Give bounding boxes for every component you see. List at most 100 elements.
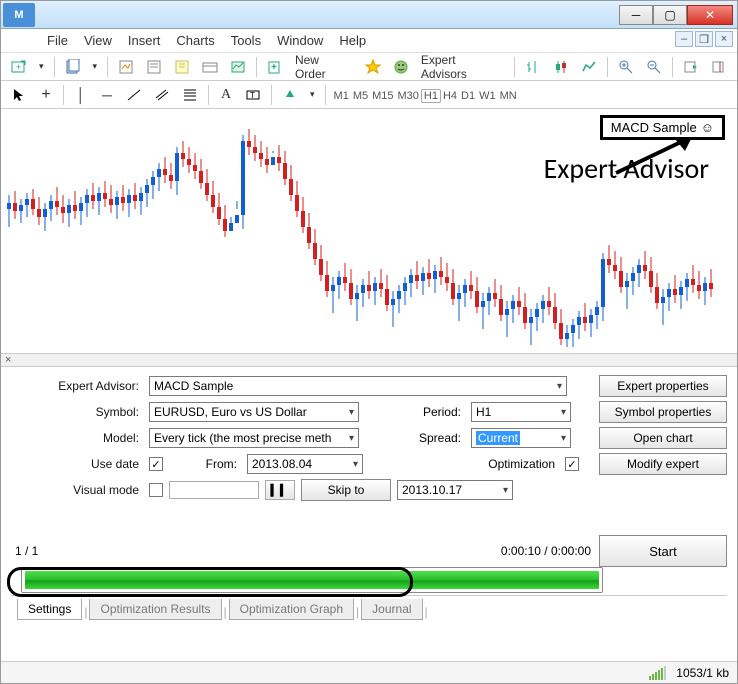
- zoom-in-icon[interactable]: [614, 56, 638, 78]
- menu-charts[interactable]: Charts: [176, 33, 214, 48]
- strategy-tester-icon[interactable]: [226, 56, 250, 78]
- optimization-label: Optimization: [488, 457, 559, 471]
- app-icon: M: [3, 3, 35, 27]
- ea-callout-label: Expert Advisor: [544, 151, 709, 186]
- timeframe-mn[interactable]: MN: [498, 90, 519, 102]
- panel-close-handle[interactable]: ×: [1, 353, 737, 367]
- menu-help[interactable]: Help: [339, 33, 366, 48]
- tab-optimization-results[interactable]: Optimization Results: [89, 599, 221, 620]
- timeframe-d1[interactable]: D1: [459, 90, 477, 102]
- timeframe-m15[interactable]: M15: [370, 90, 395, 102]
- navigator-icon[interactable]: [170, 56, 194, 78]
- minimize-button[interactable]: ─: [619, 5, 653, 25]
- strategy-tester-panel: Expert Advisor: MACD Sample Expert prope…: [1, 367, 737, 619]
- timeframe-w1[interactable]: W1: [477, 90, 498, 102]
- timeframe-h1[interactable]: H1: [421, 89, 441, 103]
- svg-text:+: +: [16, 61, 21, 71]
- mdi-close-button[interactable]: ×: [715, 31, 733, 47]
- horizontal-line-icon[interactable]: ─: [96, 84, 118, 106]
- fibonacci-icon[interactable]: [178, 84, 202, 106]
- candlestick-icon[interactable]: [549, 56, 573, 78]
- tester-tabs: Settings | Optimization Results | Optimi…: [11, 595, 727, 619]
- visual-mode-checkbox[interactable]: [149, 483, 163, 497]
- svg-text:T: T: [250, 91, 255, 100]
- timeframe-h4[interactable]: H4: [441, 90, 459, 102]
- menu-tools[interactable]: Tools: [231, 33, 261, 48]
- data-window-icon[interactable]: [142, 56, 166, 78]
- menu-view[interactable]: View: [84, 33, 112, 48]
- timeframe-m1[interactable]: M1: [332, 90, 351, 102]
- text-icon[interactable]: A: [215, 84, 237, 106]
- from-date-dropdown[interactable]: 2013.08.04: [247, 454, 363, 474]
- progress-bar: [21, 567, 603, 593]
- zoom-out-icon[interactable]: [642, 56, 666, 78]
- smiley-icon: ☺: [701, 120, 714, 135]
- from-label: From:: [169, 457, 241, 471]
- start-button[interactable]: Start: [599, 535, 727, 567]
- open-chart-button[interactable]: Open chart: [599, 427, 727, 449]
- expert-advisors-label[interactable]: Expert Advisors: [417, 53, 508, 81]
- terminal-icon[interactable]: [198, 56, 222, 78]
- equidistant-channel-icon[interactable]: [150, 84, 174, 106]
- chart-shift-icon[interactable]: [707, 56, 731, 78]
- dropdown-arrow-icon[interactable]: ▾: [89, 56, 102, 78]
- new-order-label[interactable]: New Order: [291, 53, 357, 81]
- vertical-line-icon[interactable]: │: [70, 84, 92, 106]
- new-chart-icon[interactable]: +: [7, 56, 31, 78]
- mdi-restore-button[interactable]: ❐: [695, 31, 713, 47]
- mdi-minimize-button[interactable]: –: [675, 31, 693, 47]
- symbol-dropdown[interactable]: EURUSD, Euro vs US Dollar: [149, 402, 359, 422]
- maximize-button[interactable]: ▢: [653, 5, 687, 25]
- chart-area[interactable]: MACD Sample ☺ Expert Advisor: [1, 109, 737, 353]
- period-label: Period:: [365, 405, 465, 419]
- menu-file[interactable]: File: [47, 33, 68, 48]
- symbol-properties-button[interactable]: Symbol properties: [599, 401, 727, 423]
- period-dropdown[interactable]: H1: [471, 402, 571, 422]
- new-order-icon[interactable]: +: [263, 56, 287, 78]
- timeframe-m30[interactable]: M30: [396, 90, 421, 102]
- to-date-dropdown[interactable]: 2013.10.17: [397, 480, 513, 500]
- spread-label: Spread:: [365, 431, 465, 445]
- svg-text:+: +: [271, 61, 277, 72]
- expert-advisors-icon[interactable]: [389, 56, 413, 78]
- progress-time-label: 0:00:10 / 0:00:00: [441, 544, 599, 558]
- expert-advisor-dropdown[interactable]: MACD Sample: [149, 376, 567, 396]
- profiles-icon[interactable]: [61, 56, 85, 78]
- pause-button[interactable]: ▍▍: [265, 480, 295, 500]
- use-date-label: Use date: [11, 457, 143, 471]
- optimization-checkbox[interactable]: ✓: [565, 457, 579, 471]
- arrows-icon[interactable]: [278, 84, 302, 106]
- ea-indicator-label: MACD Sample: [611, 120, 697, 135]
- window-titlebar: M ─ ▢ ✕: [1, 1, 737, 29]
- timeframe-m5[interactable]: M5: [351, 90, 370, 102]
- line-chart-icon[interactable]: [577, 56, 601, 78]
- market-watch-icon[interactable]: [114, 56, 138, 78]
- metaeditor-icon[interactable]: [361, 56, 385, 78]
- dropdown-arrow-icon[interactable]: ▾: [306, 84, 319, 106]
- ea-indicator-box: MACD Sample ☺: [600, 115, 725, 140]
- menu-insert[interactable]: Insert: [128, 33, 161, 48]
- dropdown-arrow-icon[interactable]: ▾: [35, 56, 48, 78]
- close-button[interactable]: ✕: [687, 5, 733, 25]
- crosshair-icon[interactable]: +: [35, 84, 57, 106]
- visual-speed-slider[interactable]: [169, 481, 259, 499]
- auto-scroll-icon[interactable]: [679, 56, 703, 78]
- spread-dropdown[interactable]: Current: [471, 428, 571, 448]
- bar-chart-icon[interactable]: [521, 56, 545, 78]
- modify-expert-button[interactable]: Modify expert: [599, 453, 727, 475]
- trendline-icon[interactable]: [122, 84, 146, 106]
- model-dropdown[interactable]: Every tick (the most precise meth: [149, 428, 359, 448]
- use-date-checkbox[interactable]: ✓: [149, 457, 163, 471]
- skip-to-button[interactable]: Skip to: [301, 479, 391, 501]
- tab-journal[interactable]: Journal: [361, 599, 422, 620]
- traffic-label: 1053/1 kb: [676, 666, 729, 680]
- tab-optimization-graph[interactable]: Optimization Graph: [229, 599, 354, 620]
- toolbar-main: + ▾ ▾ + New Order Expert Advisors: [1, 53, 737, 81]
- text-label-icon[interactable]: T: [241, 84, 265, 106]
- progress-fill: [25, 571, 599, 589]
- tab-settings[interactable]: Settings: [17, 599, 82, 620]
- expert-properties-button[interactable]: Expert properties: [599, 375, 727, 397]
- cursor-icon[interactable]: [7, 84, 31, 106]
- model-label: Model:: [11, 431, 143, 445]
- menu-window[interactable]: Window: [277, 33, 323, 48]
